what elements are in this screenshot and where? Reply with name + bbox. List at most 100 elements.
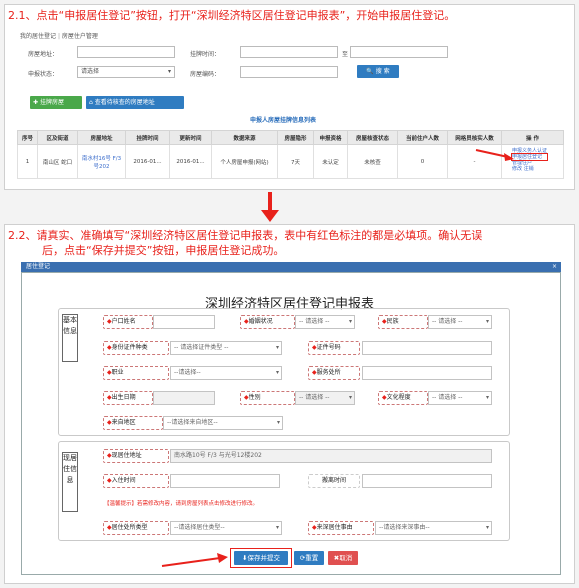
education-label: ◆文化程度	[378, 391, 428, 405]
column-header: 房屋核查状态	[347, 130, 398, 145]
gender-select[interactable]: -- 请选择 --	[295, 391, 355, 405]
id-type-value: -- 请选择证件类型 --	[174, 344, 229, 351]
gender-label-text: 性别	[248, 394, 261, 401]
origin-label-text: 来自地区	[111, 419, 136, 426]
occupation-select[interactable]: --请选择--	[170, 366, 282, 380]
id-number-label-text: 证件号码	[316, 344, 341, 351]
code-input[interactable]	[240, 66, 338, 78]
status-label: 申报状态：	[28, 71, 59, 78]
breadcrumb: 我的居住登记 | 房屋住户管理	[20, 33, 98, 40]
table-title: 申报人房屋挂牌信息列表	[250, 117, 317, 124]
step-2-line2: 后，点击“保存并提交”按钮，申报居住登记成功。	[42, 244, 285, 257]
id-number-label: ◆证件号码	[308, 341, 360, 355]
marital-label-text: 婚姻状况	[248, 318, 273, 325]
education-select[interactable]: -- 请选择 --	[428, 391, 492, 405]
cell-hidden: 7天	[277, 144, 314, 179]
add-house-label: 挂牌房屋	[39, 99, 64, 106]
address-input[interactable]	[77, 46, 175, 58]
checkout-label: 搬离时间	[308, 474, 360, 488]
column-header: 区及街道	[37, 130, 78, 145]
address-link-line2[interactable]: 号202	[94, 164, 110, 170]
checkin-input[interactable]	[170, 474, 280, 488]
reset-button[interactable]: ⟳重置	[294, 551, 324, 565]
checkin-label: ◆入住时间	[103, 474, 169, 488]
service-label: ◆服务处所	[308, 366, 360, 380]
breadcrumb-item[interactable]: 房屋住户管理	[62, 33, 98, 40]
ethnic-select[interactable]: -- 请选择 --	[428, 315, 492, 329]
cell-qualification: 未认定	[313, 144, 348, 179]
service-input[interactable]	[362, 366, 492, 380]
id-type-select[interactable]: -- 请选择证件类型 --	[170, 341, 282, 355]
window-title-text: 居住登记	[26, 263, 51, 270]
window-title: 居住登记 ×	[21, 262, 561, 272]
birth-label-text: 出生日期	[111, 394, 136, 401]
view-pending-button[interactable]: ⌂ 查看待核查的房屋地址	[86, 96, 184, 109]
status-select[interactable]: 请选择 ▾	[77, 66, 175, 78]
birth-label: ◆出生日期	[103, 391, 153, 405]
address-label: 房屋地址：	[28, 51, 59, 58]
plus-icon: ✚	[33, 99, 39, 106]
origin-select[interactable]: --请选择来自地区--	[163, 416, 283, 430]
red-arrow-icon	[161, 553, 228, 567]
view-pending-label: 查看待核查的房屋地址	[94, 99, 155, 106]
education-value: -- 请选择 --	[432, 394, 463, 401]
gender-label: ◆性别	[240, 391, 295, 405]
to-label: 至	[342, 51, 349, 58]
cancel-button[interactable]: ✖取消	[328, 551, 358, 565]
section-label-residence: 现居住信息	[62, 452, 78, 512]
address-link[interactable]: 南水村16号 F/3	[82, 156, 121, 162]
column-header[interactable]: 房屋地址	[77, 130, 126, 145]
name-label: ◆户口姓名	[103, 315, 153, 329]
search-button[interactable]: 🔍 搜 索	[357, 65, 399, 78]
address-label-text: 现居住地址	[111, 452, 142, 459]
cell-address[interactable]: 南水村16号 F/3 号202	[77, 144, 126, 179]
checkin-label-text: 入住时间	[111, 477, 136, 484]
time-end-input[interactable]	[350, 46, 448, 58]
op-edit-cancel-link[interactable]: 修改 注销	[512, 166, 547, 172]
home-icon: ⌂	[89, 99, 93, 106]
chevron-down-icon: ▾	[167, 68, 171, 75]
tip-text: 【温馨提示】若需修改内容，请到房屋列表点击修改进行修改。	[104, 501, 259, 507]
checkout-label-text: 搬离时间	[322, 477, 347, 484]
save-submit-button[interactable]: ⬇保存并提交	[234, 551, 288, 565]
arrow-down-icon	[261, 192, 279, 222]
cell-index: 1	[17, 144, 38, 179]
checkout-input[interactable]	[362, 474, 492, 488]
reason-label-text: 来深居住事由	[316, 524, 353, 531]
address-label-field: ◆现居住地址	[103, 449, 169, 463]
row-operations: 申报义务人认证 申报居住登记 管理住户 修改 注销	[510, 148, 549, 172]
table-header-row: 序号 区及街道 房屋地址 挂牌时间 更新时间 数据来源 房屋隐形 申报资格 房屋…	[17, 130, 564, 145]
id-type-label-text: 身份证件种类	[111, 344, 148, 351]
service-label-text: 服务处所	[316, 369, 341, 376]
step-1-text: 2.1、点击“申报居住登记”按钮，打开“深圳经济特区居住登记申报表”，开始申报居…	[8, 9, 456, 22]
search-icon: 🔍	[366, 68, 374, 75]
cell-updated: 2016-01...	[169, 144, 212, 179]
origin-label: ◆来自地区	[103, 416, 163, 430]
reason-select[interactable]: --请选择来深事由--	[375, 521, 492, 535]
name-input[interactable]	[153, 315, 215, 329]
breadcrumb-item[interactable]: 我的居住登记	[20, 33, 56, 40]
code-label: 房屋编码：	[190, 71, 221, 78]
column-header[interactable]: 挂牌时间	[125, 130, 170, 145]
residence-type-select[interactable]: --请选择居住类型--	[170, 521, 282, 535]
red-arrow-icon	[475, 149, 514, 161]
add-house-button[interactable]: ✚ 挂牌房屋	[30, 96, 82, 109]
gender-value: -- 请选择 --	[299, 394, 330, 401]
id-number-input[interactable]	[362, 341, 492, 355]
cell-district: 南山区 蛇口	[37, 144, 78, 179]
cell-residents[interactable]: 0	[397, 144, 448, 179]
column-header: 申报资格	[313, 130, 348, 145]
marital-select[interactable]: -- 请选择 --	[295, 315, 355, 329]
time-start-input[interactable]	[240, 46, 338, 58]
cell-listed: 2016-01...	[125, 144, 170, 179]
column-header: 网格员核实人数	[447, 130, 502, 145]
birth-input[interactable]	[153, 391, 215, 405]
close-icon[interactable]: ×	[552, 262, 557, 272]
name-label-text: 户口姓名	[111, 318, 136, 325]
ethnic-label-text: 民族	[386, 318, 399, 325]
marital-label: ◆婚姻状况	[240, 315, 295, 329]
reason-label: ◆来深居住事由	[308, 521, 374, 535]
address-field[interactable]: 南水路10号 F/3 与光号12楼202	[170, 449, 492, 463]
column-header: 数据来源	[211, 130, 278, 145]
ethnic-value: -- 请选择 --	[432, 318, 463, 325]
